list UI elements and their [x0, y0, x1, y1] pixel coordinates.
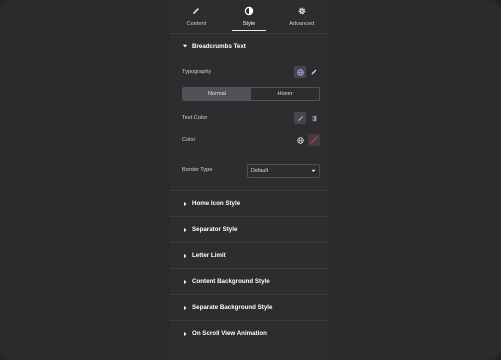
chevron-down-icon	[311, 169, 316, 173]
panel-tabs: Content Style Advanced	[170, 0, 328, 33]
gear-icon	[298, 7, 306, 15]
section-title: Breadcrumbs Text	[192, 42, 246, 50]
globe-icon	[296, 68, 304, 76]
caret-right-icon	[184, 201, 187, 206]
section-separate-background-style[interactable]: Separate Background Style	[170, 295, 328, 320]
caret-right-icon	[184, 227, 187, 232]
border-type-select[interactable]: Default	[247, 164, 320, 178]
section-header[interactable]: Breadcrumbs Text	[170, 34, 328, 58]
edit-typography-button[interactable]	[308, 66, 320, 78]
border-type-row: Border Type Default	[170, 159, 328, 181]
caret-down-icon	[182, 44, 188, 48]
section-home-icon-style[interactable]: Home Icon Style	[170, 191, 328, 216]
typography-label: Typography	[182, 69, 212, 75]
collapsed-sections: Home Icon Style Separator Style Letter L…	[170, 191, 328, 346]
app-frame: Content Style Advanced Breadcrumbs Text …	[0, 0, 501, 360]
empty-swatch-icon	[310, 136, 318, 144]
globe-icon	[296, 136, 304, 144]
global-color-button[interactable]	[294, 134, 306, 146]
pencil-icon	[193, 8, 200, 14]
tab-style-label: Style	[242, 21, 256, 27]
caret-right-icon	[184, 305, 187, 310]
caret-right-icon	[184, 279, 187, 284]
color-swatch[interactable]	[308, 134, 320, 146]
tab-advanced-label: Advanced	[289, 21, 315, 27]
section-content-background-style[interactable]: Content Background Style	[170, 269, 328, 294]
solid-color-button[interactable]	[294, 112, 306, 124]
tab-content-label: Content	[186, 21, 207, 27]
border-type-label: Border Type	[182, 167, 213, 173]
section-title: On Scroll View Animation	[192, 330, 267, 337]
normal-state-button[interactable]: Normal	[183, 88, 251, 100]
text-color-row: Text Color	[170, 107, 328, 129]
section-letter-limit[interactable]: Letter Limit	[170, 243, 328, 268]
gradient-button[interactable]	[308, 112, 320, 124]
hover-state-button[interactable]: Hover	[251, 88, 319, 100]
globe-button[interactable]	[294, 66, 306, 78]
editor-panel: Content Style Advanced Breadcrumbs Text …	[170, 0, 328, 360]
tab-content[interactable]: Content	[170, 0, 223, 33]
section-title: Content Background Style	[192, 278, 270, 285]
color-row: Color	[170, 129, 328, 151]
text-color-label: Text Color	[182, 115, 208, 121]
typography-row: Typography	[170, 61, 328, 83]
section-title: Separator Style	[192, 226, 238, 233]
section-title: Separate Background Style	[192, 304, 273, 311]
tab-style[interactable]: Style	[223, 0, 276, 33]
pencil-icon	[311, 69, 317, 75]
color-label: Color	[182, 137, 196, 143]
section-separator-style[interactable]: Separator Style	[170, 217, 328, 242]
caret-right-icon	[184, 331, 187, 336]
tab-advanced[interactable]: Advanced	[275, 0, 328, 33]
section-title: Home Icon Style	[192, 200, 241, 207]
caret-right-icon	[184, 253, 187, 258]
section-on-scroll-view-animation[interactable]: On Scroll View Animation	[170, 321, 328, 346]
contrast-icon	[244, 6, 254, 16]
border-type-value: Default	[251, 168, 269, 174]
section-title: Letter Limit	[192, 252, 226, 259]
state-toggle: Normal Hover	[182, 87, 320, 101]
gradient-icon	[312, 115, 316, 121]
section-breadcrumbs-text: Breadcrumbs Text Typography Normal Hover…	[170, 34, 328, 181]
brush-icon	[297, 115, 303, 121]
